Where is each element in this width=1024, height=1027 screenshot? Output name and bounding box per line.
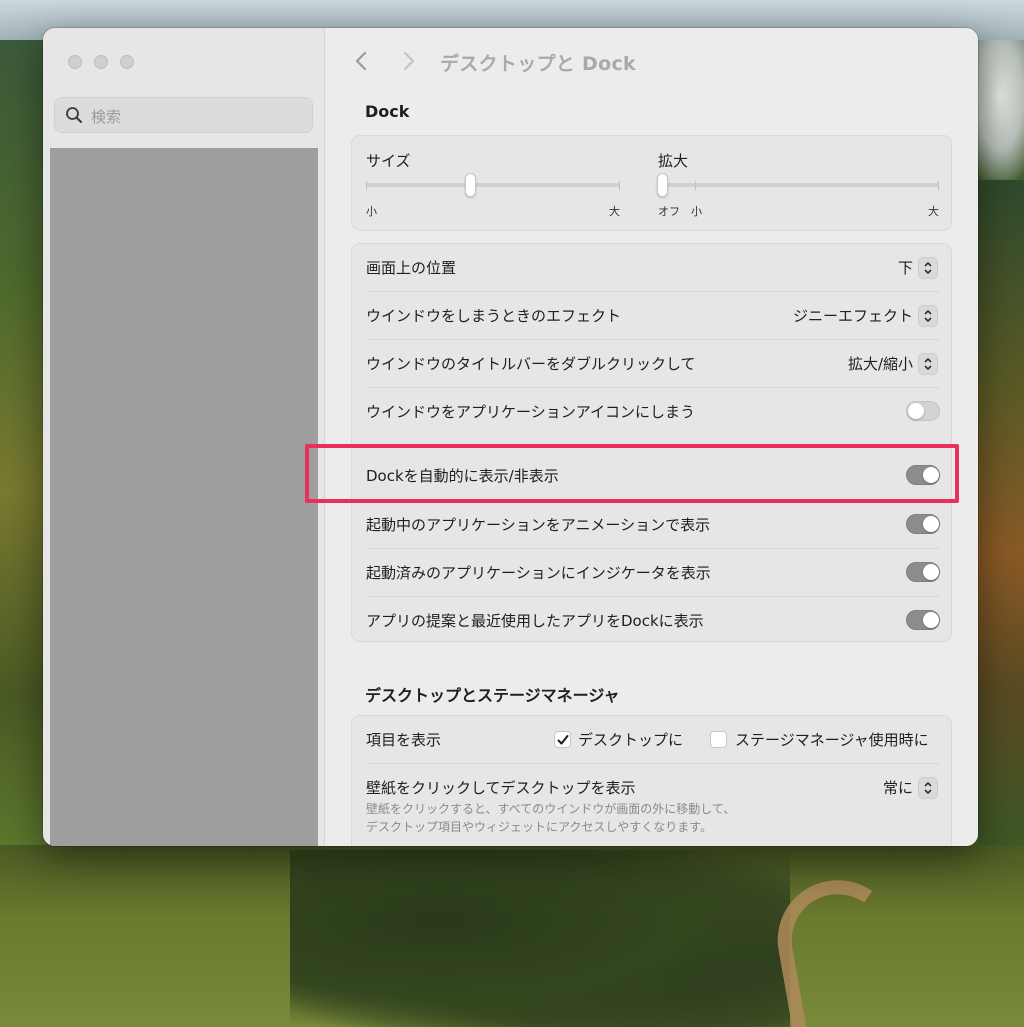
toggle-knob (923, 564, 939, 580)
zoom-button[interactable] (120, 55, 134, 69)
updown-chevron-icon (924, 262, 932, 274)
magnification-slider-thumb[interactable] (657, 173, 668, 197)
indicators-toggle[interactable] (906, 562, 940, 582)
in-stage-manager-label: ステージマネージャ使用時に (735, 731, 929, 749)
click-wallpaper-value[interactable]: 常に (883, 777, 913, 798)
suggested-apps-row: アプリの提案と最近使用したアプリをDockに表示 (352, 597, 953, 645)
size-slider-track[interactable] (366, 183, 620, 187)
click-wallpaper-label: 壁紙をクリックしてデスクトップを表示 (366, 779, 636, 797)
click-wallpaper-description-2: デスクトップ項目やウィジェットにアクセスしやすくなります。 (366, 820, 713, 834)
desktop-trees (290, 850, 790, 1027)
settings-window: 検索 デスクトップと Dock Dock サイズ 小 大 拡大 オフ 小 大 画… (43, 28, 978, 846)
animate-toggle[interactable] (906, 514, 940, 534)
minimize-to-icon-toggle[interactable] (906, 401, 940, 421)
desktop-hill-left (0, 40, 46, 860)
show-items-label: 項目を表示 (366, 731, 442, 749)
titlebar-doubleclick-popup-button[interactable] (918, 353, 938, 375)
click-wallpaper-description-1: 壁紙をクリックすると、すべてのウインドウが画面の外に移動して、 (366, 802, 736, 816)
position-label: 画面上の位置 (366, 259, 457, 277)
checkmark-icon (557, 735, 569, 745)
suggested-apps-toggle[interactable] (906, 610, 940, 630)
minimize-effect-value[interactable]: ジニーエフェクト (793, 305, 913, 326)
animate-label: 起動中のアプリケーションをアニメーションで表示 (366, 516, 711, 534)
main-pane: デスクトップと Dock Dock サイズ 小 大 拡大 オフ 小 大 画面上の… (326, 28, 978, 846)
magnification-off-label: オフ (658, 205, 680, 218)
magnification-tick-min (695, 181, 696, 190)
position-row: 画面上の位置 下 (352, 244, 953, 292)
desktop-hill-right (978, 180, 1024, 860)
autohide-toggle[interactable] (906, 465, 940, 485)
toggle-knob (923, 467, 939, 483)
position-popup-button[interactable] (918, 257, 938, 279)
magnification-max-label: 大 (928, 205, 939, 218)
show-items-row: 項目を表示 デスクトップに ステージマネージャ使用時に (352, 716, 953, 764)
titlebar-doubleclick-value[interactable]: 拡大/縮小 (848, 353, 913, 374)
toggle-knob (923, 516, 939, 532)
magnification-tick-max (938, 181, 939, 190)
on-desktop-checkbox[interactable] (554, 731, 571, 748)
updown-chevron-icon (924, 782, 932, 794)
size-tick-max (619, 181, 620, 190)
animate-row: 起動中のアプリケーションをアニメーションで表示 (352, 501, 953, 549)
indicators-label: 起動済みのアプリケーションにインジケータを表示 (366, 564, 711, 582)
desktop-section-title: デスクトップとステージマネージャ (365, 686, 620, 705)
toggle-knob (923, 612, 939, 628)
search-icon (65, 106, 83, 124)
dock-section-title: Dock (365, 102, 410, 121)
titlebar-doubleclick-label: ウインドウのタイトルバーをダブルクリックして (366, 355, 696, 373)
updown-chevron-icon (924, 310, 932, 322)
minimize-to-icon-label: ウインドウをアプリケーションアイコンにしまう (366, 403, 695, 421)
minimize-effect-label: ウインドウをしまうときのエフェクト (366, 307, 622, 325)
desktop-options-card: 項目を表示 デスクトップに ステージマネージャ使用時に 壁紙をクリックしてデスク… (351, 715, 952, 846)
search-field[interactable]: 検索 (54, 97, 313, 133)
back-chevron-icon[interactable] (352, 50, 372, 72)
forward-chevron-icon[interactable] (398, 50, 418, 72)
size-label: サイズ (366, 152, 411, 170)
toggle-knob (908, 403, 924, 419)
magnification-label: 拡大 (658, 152, 689, 170)
magnification-slider-track[interactable] (658, 183, 939, 187)
click-wallpaper-popup-button[interactable] (918, 777, 938, 799)
updown-chevron-icon (924, 358, 932, 370)
close-button[interactable] (68, 55, 82, 69)
window-title: デスクトップと Dock (440, 53, 636, 75)
indicators-row: 起動済みのアプリケーションにインジケータを表示 (352, 549, 953, 597)
divider (366, 499, 939, 500)
autohide-row: Dockを自動的に表示/非表示 (352, 452, 953, 500)
in-stage-manager-checkbox[interactable] (710, 731, 727, 748)
size-min-label: 小 (366, 205, 377, 218)
minimize-effect-popup-button[interactable] (918, 305, 938, 327)
on-desktop-label: デスクトップに (578, 731, 684, 749)
dock-options-card: 画面上の位置 下 ウインドウをしまうときのエフェクト ジニーエフェクト ウインド… (351, 243, 952, 642)
minimize-to-icon-row: ウインドウをアプリケーションアイコンにしまう (352, 388, 953, 436)
titlebar-doubleclick-row: ウインドウのタイトルバーをダブルクリックして 拡大/縮小 (352, 340, 953, 388)
suggested-apps-label: アプリの提案と最近使用したアプリをDockに表示 (366, 612, 704, 630)
minimize-button[interactable] (94, 55, 108, 69)
position-value[interactable]: 下 (898, 257, 913, 278)
size-max-label: 大 (609, 205, 620, 218)
dock-sliders-card: サイズ 小 大 拡大 オフ 小 大 (351, 135, 952, 231)
autohide-label: Dockを自動的に表示/非表示 (366, 467, 559, 485)
size-tick-min (366, 181, 367, 190)
size-slider-thumb[interactable] (465, 173, 476, 197)
magnification-min-label: 小 (691, 205, 702, 218)
click-wallpaper-row: 壁紙をクリックしてデスクトップを表示 常に 壁紙をクリックすると、すべてのウイン… (352, 764, 953, 846)
sidebar-list-redacted (50, 148, 318, 846)
sidebar: 検索 (43, 28, 325, 846)
search-placeholder: 検索 (91, 108, 122, 126)
minimize-effect-row: ウインドウをしまうときのエフェクト ジニーエフェクト (352, 292, 953, 340)
